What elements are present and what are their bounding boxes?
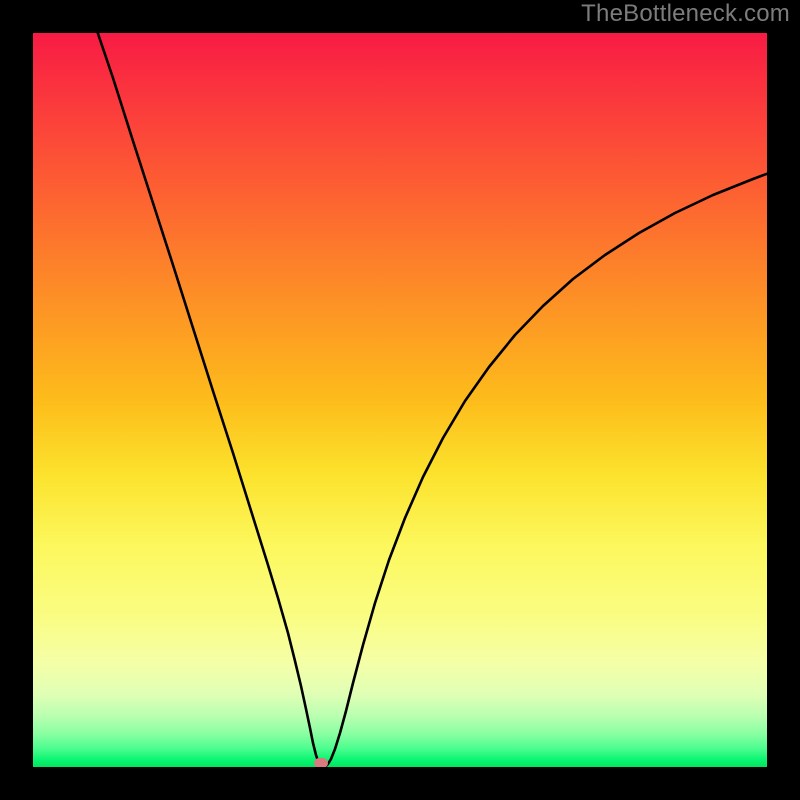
bottleneck-curve [91, 33, 767, 767]
chart-container: TheBottleneck.com [0, 0, 800, 800]
watermark: TheBottleneck.com [581, 0, 790, 28]
plot-area [33, 33, 767, 767]
optimum-marker [314, 758, 328, 767]
plot-frame [0, 0, 800, 800]
curve-svg [33, 33, 767, 767]
